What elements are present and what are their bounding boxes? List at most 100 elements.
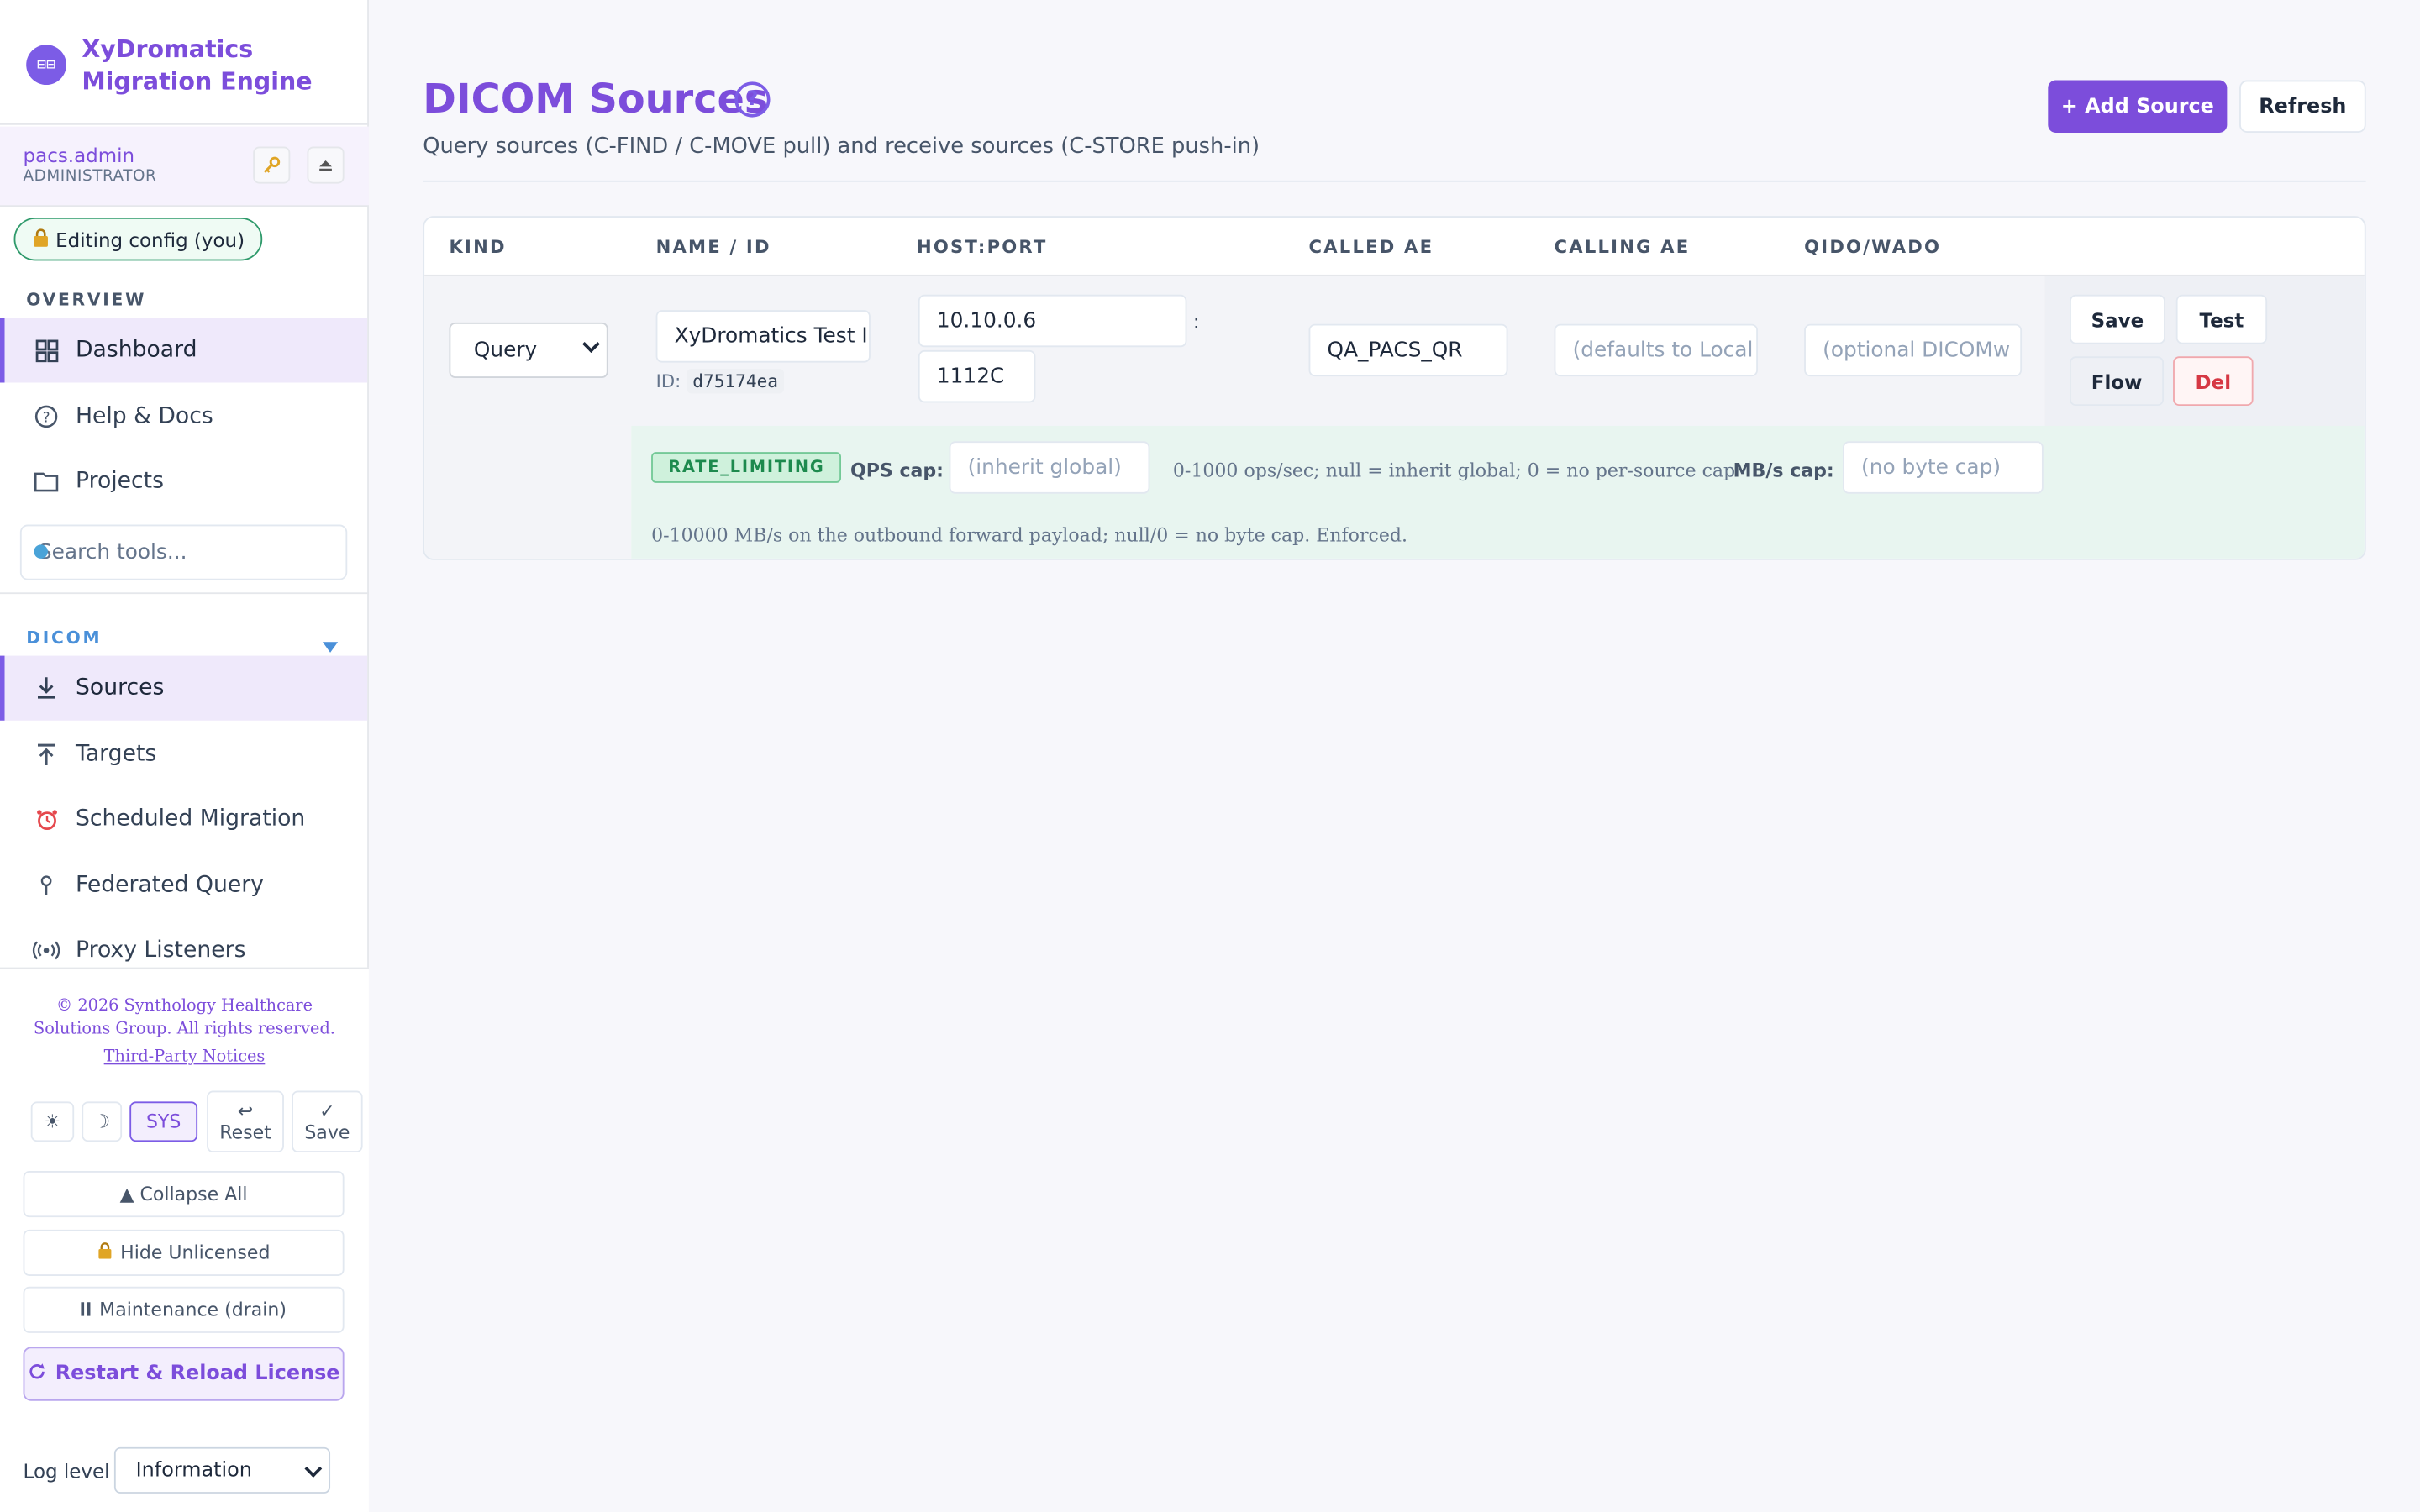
user-role: ADMINISTRATOR xyxy=(23,168,157,186)
section-dicom: DICOM xyxy=(26,627,103,648)
copyright: © 2026 Synthology Healthcare Solutions G… xyxy=(0,995,369,1040)
pin-icon xyxy=(31,870,62,901)
lock-icon xyxy=(97,1242,113,1264)
nav-scheduled-migration-label: Scheduled Migration xyxy=(75,806,306,832)
save-button[interactable]: Save xyxy=(2070,294,2165,344)
collapse-all-button[interactable]: ▲ Collapse All xyxy=(23,1171,345,1218)
copyright-line2: Solutions Group. All rights reserved. xyxy=(34,1019,335,1038)
nav-sources-label: Sources xyxy=(75,675,165,701)
theme-dark-button[interactable]: ☽ xyxy=(82,1101,123,1142)
help-icon[interactable]: ? xyxy=(734,81,771,118)
kind-select[interactable]: Query xyxy=(449,322,608,378)
column-header-host-port: HOST:PORT xyxy=(916,236,1048,258)
chevron-down-icon xyxy=(582,335,600,353)
alarm-clock-icon xyxy=(31,804,62,835)
nav-dashboard[interactable]: Dashboard xyxy=(0,318,368,383)
refresh-button[interactable]: Refresh xyxy=(2239,80,2366,133)
nav-projects-label: Projects xyxy=(75,469,165,494)
test-button[interactable]: Test xyxy=(2175,294,2268,344)
source-id-value: d75174ea xyxy=(686,368,785,394)
source-id-label: ID: xyxy=(655,370,681,392)
check-icon: ✓ xyxy=(319,1100,335,1122)
maintenance-drain-button[interactable]: Maintenance (drain) xyxy=(23,1286,345,1333)
search-placeholder: Search tools... xyxy=(38,539,187,565)
port-input[interactable]: 1112C xyxy=(918,349,1036,403)
nav-proxy-listeners-label: Proxy Listeners xyxy=(75,937,246,963)
hide-unlicensed-label: Hide Unlicensed xyxy=(120,1242,271,1264)
nav-projects[interactable]: Projects xyxy=(0,449,367,513)
broadcast-icon xyxy=(31,935,62,966)
undo-icon: ↩ xyxy=(237,1100,254,1122)
qps-cap-input[interactable]: (inherit global) xyxy=(949,441,1150,494)
nav-federated-query[interactable]: Federated Query xyxy=(0,853,367,918)
mbs-cap-label: MB/s cap: xyxy=(1733,459,1834,482)
nav-dashboard-label: Dashboard xyxy=(75,338,197,363)
save-label: Save xyxy=(304,1121,350,1143)
nav-targets[interactable]: Targets xyxy=(0,722,367,787)
theme-light-button[interactable]: ☀ xyxy=(30,1101,75,1142)
download-icon xyxy=(31,673,62,704)
brand-header: ⊟⊟ XyDromatics Migration Engine xyxy=(0,0,369,125)
user-name: pacs.admin xyxy=(23,143,135,167)
table-row: Query XyDromatics Test I ID: d75174ea 10… xyxy=(424,274,2365,428)
rate-limiting-spacer xyxy=(424,425,632,559)
save-settings-button[interactable]: ✓ Save xyxy=(292,1090,363,1153)
brand-name-line2: Migration Engine xyxy=(82,67,313,96)
sidebar-footer: © 2026 Synthology Healthcare Solutions G… xyxy=(0,967,369,1512)
upload-icon xyxy=(31,739,62,770)
brand-name: XyDromatics Migration Engine xyxy=(82,34,312,98)
delete-button[interactable]: Del xyxy=(2173,356,2254,407)
key-icon[interactable] xyxy=(253,146,291,184)
search-tools-input[interactable]: Search tools... xyxy=(19,524,348,580)
pause-icon xyxy=(81,1299,92,1321)
called-ae-input[interactable]: QA_PACS_QR xyxy=(1308,323,1508,377)
nav-targets-label: Targets xyxy=(75,742,157,767)
eject-icon[interactable] xyxy=(307,146,345,184)
nav-help-docs[interactable]: ? Help & Docs xyxy=(0,384,367,449)
svg-text:?: ? xyxy=(43,409,50,425)
column-header-called-ae: CALLED AE xyxy=(1308,236,1434,258)
nav-scheduled-migration[interactable]: Scheduled Migration xyxy=(0,787,367,852)
nav-help-docs-label: Help & Docs xyxy=(75,404,213,429)
add-source-button[interactable]: + Add Source xyxy=(2048,80,2228,133)
folder-icon xyxy=(31,466,62,497)
sources-table: KIND NAME / ID HOST:PORT CALLED AE CALLI… xyxy=(423,216,2366,560)
nav-sources[interactable]: Sources xyxy=(0,655,368,721)
log-level-select[interactable]: Information xyxy=(113,1446,331,1494)
editing-config-label: Editing config (you) xyxy=(55,227,245,251)
refresh-icon xyxy=(28,1362,46,1386)
column-header-qido-wado: QIDO/WADO xyxy=(1804,236,1942,258)
mbs-cap-input[interactable]: (no byte cap) xyxy=(1843,441,2044,494)
column-header-kind: KIND xyxy=(449,236,507,258)
reset-button[interactable]: ↩ Reset xyxy=(207,1090,284,1153)
search-icon xyxy=(34,544,48,559)
column-header-name-id: NAME / ID xyxy=(655,236,771,258)
mbs-cap-hint: 0-10000 MB/s on the outbound forward pay… xyxy=(651,524,1408,547)
section-overview: OVERVIEW xyxy=(26,290,147,311)
sidebar: ⊟⊟ XyDromatics Migration Engine pacs.adm… xyxy=(0,0,369,1512)
log-level-label: Log level xyxy=(23,1459,110,1483)
host-input[interactable]: 10.10.0.6 xyxy=(918,294,1187,348)
third-party-notices-link[interactable]: Third-Party Notices xyxy=(0,1047,369,1066)
calling-ae-input[interactable]: (defaults to Local xyxy=(1554,323,1759,377)
page-title: DICOM Sources xyxy=(423,76,769,123)
restart-reload-license-button[interactable]: Restart & Reload License xyxy=(23,1347,345,1401)
nav-federated-query-label: Federated Query xyxy=(75,873,264,898)
qido-wado-input[interactable]: (optional DICOMw xyxy=(1804,323,2023,377)
main-content: DICOM Sources ? Query sources (C-FIND / … xyxy=(371,0,2420,1512)
help-circle-icon: ? xyxy=(31,402,62,433)
divider xyxy=(423,180,2366,182)
kind-value: Query xyxy=(473,338,538,363)
source-name-input[interactable]: XyDromatics Test I xyxy=(655,310,871,363)
divider xyxy=(0,592,369,595)
user-panel: pacs.admin ADMINISTRATOR xyxy=(0,126,369,207)
log-level-value: Information xyxy=(135,1458,252,1483)
chevron-down-icon xyxy=(304,1460,323,1478)
qps-cap-label: QPS cap: xyxy=(850,459,944,482)
flow-button[interactable]: Flow xyxy=(2070,356,2165,407)
source-id: ID: d75174ea xyxy=(655,368,785,394)
editing-config-pill[interactable]: Editing config (you) xyxy=(13,217,264,261)
lock-icon xyxy=(33,228,50,251)
theme-sys-button[interactable]: SYS xyxy=(129,1101,198,1142)
hide-unlicensed-button[interactable]: Hide Unlicensed xyxy=(23,1229,345,1276)
